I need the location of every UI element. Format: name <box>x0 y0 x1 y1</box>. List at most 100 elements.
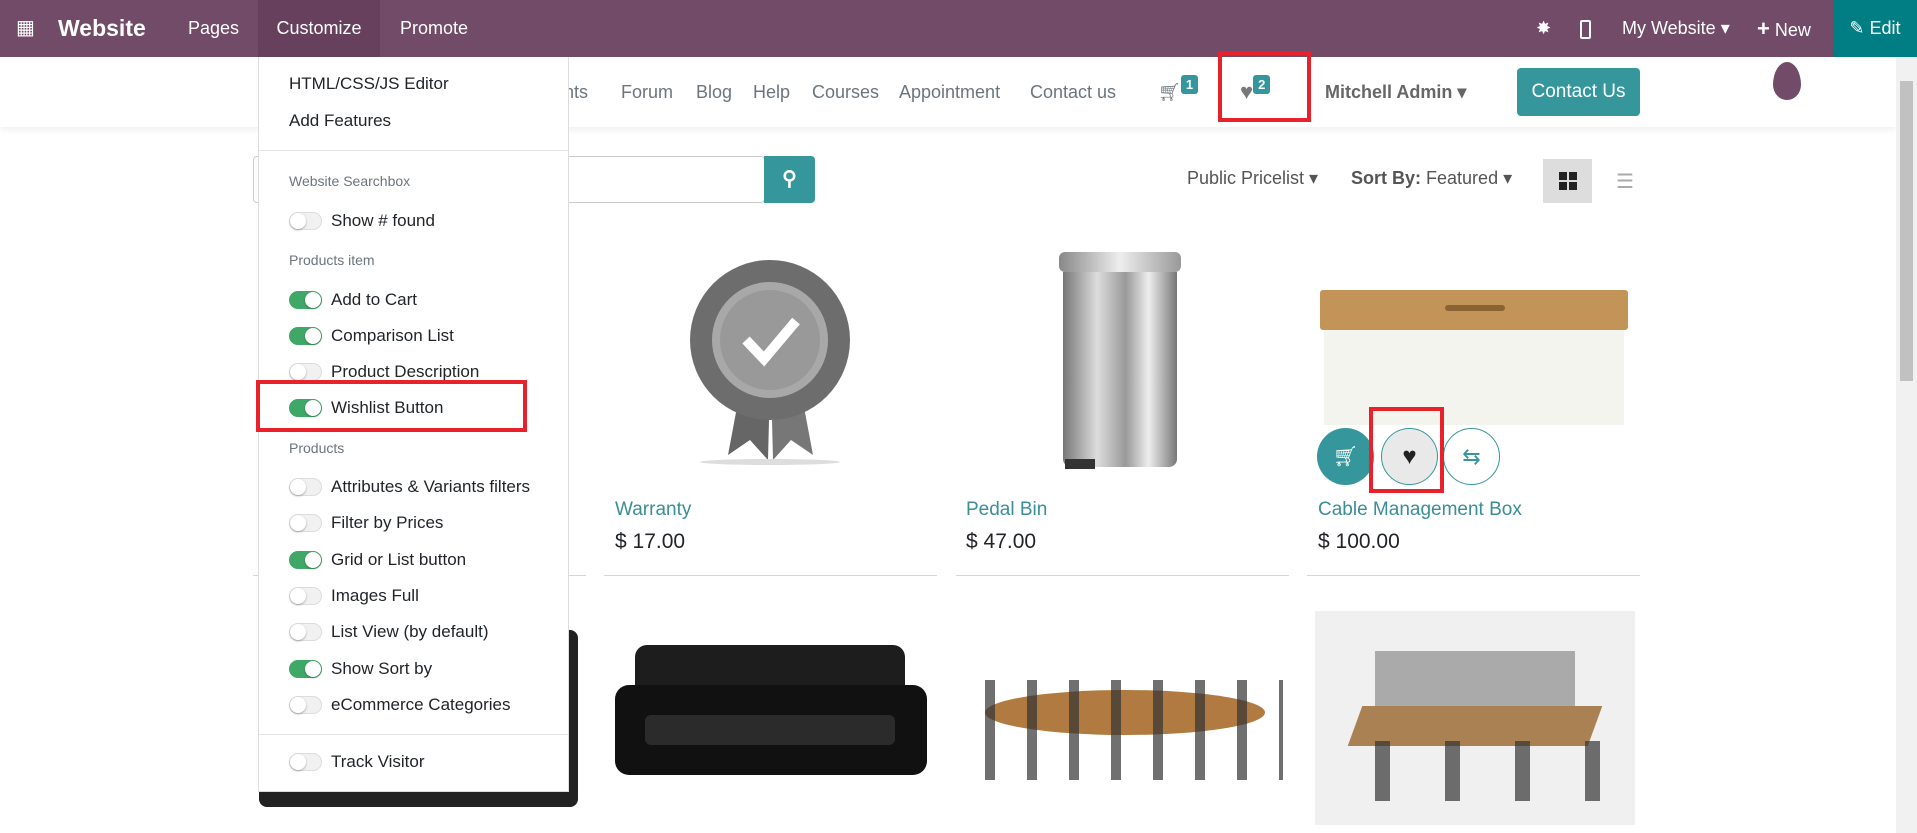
toggle[interactable] <box>289 753 322 771</box>
cart-icon: 🛒︎ <box>1158 82 1181 102</box>
option-grid-list[interactable]: Grid or List button <box>289 550 466 570</box>
product-price: $ 17.00 <box>615 530 686 553</box>
option-attributes-filters[interactable]: Attributes & Variants filters <box>289 477 530 497</box>
apps-menu-icon[interactable]: ▦ <box>16 0 35 57</box>
mobile-preview-icon[interactable] <box>1580 0 1591 57</box>
product-image-workstation[interactable] <box>1315 611 1635 825</box>
nav-item-appointment[interactable]: Appointment <box>899 57 1000 127</box>
toggle[interactable] <box>289 660 322 678</box>
option-track-visitor[interactable]: Track Visitor <box>289 752 425 772</box>
menu-pages[interactable]: Pages <box>188 0 239 57</box>
product-price: $ 100.00 <box>1318 530 1400 553</box>
exchange-icon: ⇆ <box>1462 443 1481 469</box>
list-view-button[interactable]: ☰ <box>1605 159 1645 203</box>
grid-icon <box>1558 172 1577 190</box>
divider <box>259 150 568 151</box>
sort-value: Featured <box>1426 168 1499 188</box>
toggle[interactable] <box>289 327 322 345</box>
toggle[interactable] <box>289 212 322 230</box>
option-list-view[interactable]: List View (by default) <box>289 622 488 642</box>
add-to-cart-button[interactable]: 🛒︎ <box>1317 428 1374 485</box>
option-label: eCommerce Categories <box>331 695 511 714</box>
toggle[interactable] <box>289 623 322 641</box>
user-menu[interactable]: Mitchell Admin ▾ <box>1325 57 1466 127</box>
toggle[interactable] <box>289 363 322 381</box>
option-label: Product Description <box>331 362 480 381</box>
option-label: Show # found <box>331 211 435 230</box>
option-filter-prices[interactable]: Filter by Prices <box>289 513 443 533</box>
cart-link[interactable]: 🛒︎ 1 <box>1158 57 1199 127</box>
option-ecommerce-categories[interactable]: eCommerce Categories <box>289 695 511 715</box>
user-name: Mitchell Admin <box>1325 82 1453 102</box>
top-bar: ▦ Website Pages Customize Promote ✸ My W… <box>0 0 1917 57</box>
product-name[interactable]: Pedal Bin <box>966 499 1047 521</box>
contact-us-button[interactable]: Contact Us <box>1517 68 1640 116</box>
option-add-to-cart[interactable]: Add to Cart <box>289 290 417 310</box>
product-image-warranty[interactable] <box>688 255 853 465</box>
cart-count: 1 <box>1180 75 1199 94</box>
option-show-found[interactable]: Show # found <box>289 211 435 231</box>
nav-item-courses[interactable]: Courses <box>812 57 879 127</box>
option-comparison-list[interactable]: Comparison List <box>289 326 454 346</box>
nav-item-blog[interactable]: Blog <box>696 57 732 127</box>
scrollbar[interactable] <box>1896 57 1917 833</box>
grid-view-button[interactable] <box>1543 159 1592 203</box>
option-images-full[interactable]: Images Full <box>289 586 419 606</box>
product-image-sofa[interactable] <box>615 640 927 790</box>
product-divider <box>604 575 937 576</box>
nav-item-contact[interactable]: Contact us <box>1030 57 1116 127</box>
highlight-box <box>1218 51 1311 122</box>
option-label: Add to Cart <box>331 290 417 309</box>
option-label: Filter by Prices <box>331 513 444 532</box>
product-image-cable-box[interactable] <box>1320 290 1628 430</box>
edit-label: Edit <box>1869 18 1901 38</box>
add-features-item[interactable]: Add Features <box>289 111 391 131</box>
new-button[interactable]: + New <box>1757 0 1811 57</box>
sort-label: Sort By: <box>1351 168 1422 188</box>
product-image-pedal-bin[interactable] <box>1055 252 1185 477</box>
app-title[interactable]: Website <box>58 0 146 57</box>
toggle[interactable] <box>289 696 322 714</box>
product-divider <box>956 575 1289 576</box>
plus-icon: + <box>1757 16 1770 41</box>
sort-dropdown[interactable]: Sort By: Featured ▾ <box>1351 168 1512 189</box>
product-name[interactable]: Cable Management Box <box>1318 499 1522 521</box>
highlight-box <box>1369 407 1444 493</box>
option-label: Attributes & Variants filters <box>331 477 531 496</box>
toggle[interactable] <box>289 514 322 532</box>
option-label: Track Visitor <box>331 752 425 771</box>
option-label: List View (by default) <box>331 622 489 641</box>
option-product-description[interactable]: Product Description <box>289 362 479 382</box>
website-switcher[interactable]: My Website ▾ <box>1622 0 1730 57</box>
droplet-decoration <box>1773 62 1801 100</box>
new-label: New <box>1774 20 1811 40</box>
menu-promote[interactable]: Promote <box>400 0 468 57</box>
toggle[interactable] <box>289 291 322 309</box>
bug-icon[interactable]: ✸ <box>1536 0 1551 57</box>
pencil-icon: ✎ <box>1849 18 1865 38</box>
product-image-conference-table[interactable] <box>965 640 1283 790</box>
pricelist-dropdown[interactable]: Public Pricelist ▾ <box>1187 168 1318 189</box>
toggle[interactable] <box>289 478 322 496</box>
highlight-box <box>256 380 527 432</box>
scrollbar-thumb[interactable] <box>1900 81 1913 381</box>
list-icon: ☰ <box>1616 170 1634 193</box>
html-editor-item[interactable]: HTML/CSS/JS Editor <box>289 74 449 94</box>
edit-button[interactable]: ✎ Edit <box>1833 0 1917 57</box>
section-header: Products <box>289 440 345 456</box>
product-name[interactable]: Warranty <box>615 499 691 521</box>
search-icon: ⚲ <box>782 168 797 190</box>
option-label: Comparison List <box>331 326 454 345</box>
option-show-sort[interactable]: Show Sort by <box>289 659 432 679</box>
divider <box>259 734 568 735</box>
option-label: Show Sort by <box>331 659 433 678</box>
nav-item-forum[interactable]: Forum <box>621 57 673 127</box>
nav-item-help[interactable]: Help <box>753 57 790 127</box>
website-switcher-label: My Website <box>1622 18 1716 38</box>
compare-button[interactable]: ⇆ <box>1443 428 1500 485</box>
toggle[interactable] <box>289 551 322 569</box>
search-button[interactable]: ⚲ <box>764 156 815 203</box>
menu-customize[interactable]: Customize <box>258 0 380 57</box>
toggle[interactable] <box>289 587 322 605</box>
product-divider <box>1307 575 1640 576</box>
